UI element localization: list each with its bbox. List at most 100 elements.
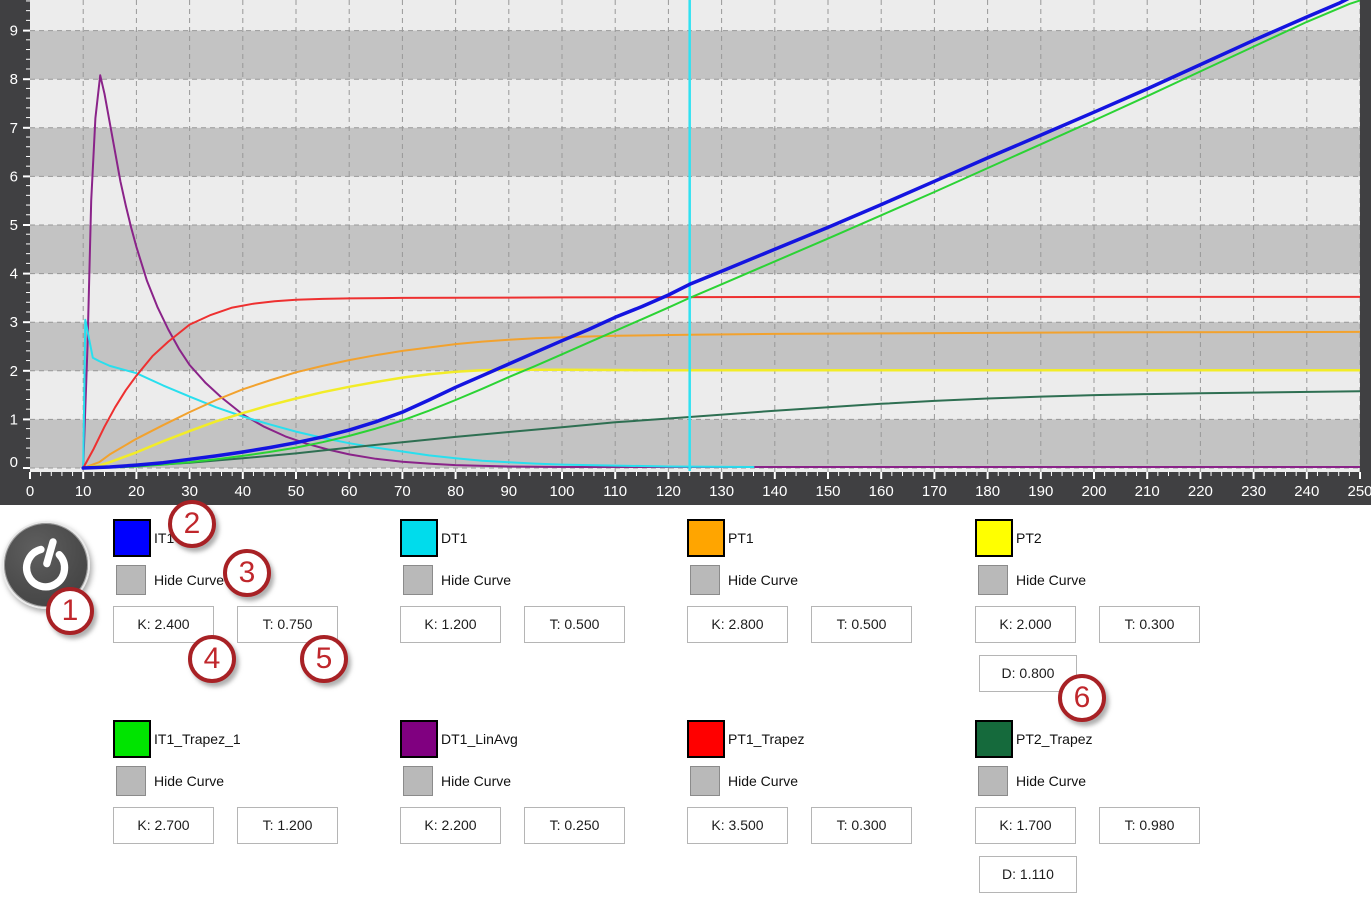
x-tick (764, 472, 765, 476)
x-tick (966, 472, 967, 476)
curve-color-swatch-PT2[interactable] (975, 519, 1013, 557)
t-value-field-DT1_LinAvg[interactable]: T: 0.250 (524, 807, 625, 844)
curve-color-swatch-IT1[interactable] (113, 519, 151, 557)
x-tick (710, 472, 711, 476)
legend-entry-DT1: DT1Hide CurveK: 1.200T: 0.500 (400, 519, 680, 719)
y-tick (26, 88, 30, 89)
curve-color-swatch-PT1_Trapez[interactable] (687, 720, 725, 758)
x-tick (933, 472, 935, 479)
plot-area[interactable]: 0102030405060708090100110120130140150160… (0, 0, 1371, 505)
d-value-field-PT2_Trapez[interactable]: D: 1.110 (979, 856, 1077, 893)
x-axis-label: 170 (922, 483, 947, 500)
x-tick (583, 472, 584, 476)
y-tick (26, 331, 30, 332)
x-tick (785, 472, 786, 476)
x-tick (189, 472, 191, 479)
x-tick (551, 472, 552, 476)
hide-curve-checkbox-IT1[interactable] (116, 565, 146, 595)
x-axis-label: 160 (869, 483, 894, 500)
x-tick (178, 472, 179, 476)
legend-entry-DT1_LinAvg: DT1_LinAvgHide CurveK: 2.200T: 0.250 (400, 720, 680, 901)
k-value-field-IT1_Trapez_1[interactable]: K: 2.700 (113, 807, 214, 844)
t-value-field-PT1_Trapez[interactable]: T: 0.300 (811, 807, 912, 844)
x-axis-label: 190 (1028, 483, 1053, 500)
x-tick (1189, 472, 1190, 476)
x-tick (242, 472, 244, 479)
hide-curve-label: Hide Curve (728, 766, 798, 796)
hide-curve-checkbox-IT1_Trapez_1[interactable] (116, 766, 146, 796)
x-tick (657, 472, 658, 476)
y-tick (26, 137, 30, 138)
x-tick (561, 472, 563, 479)
y-axis-label: 4 (10, 266, 18, 283)
x-axis-label: 30 (181, 483, 198, 500)
hide-curve-checkbox-DT1[interactable] (403, 565, 433, 595)
k-value-field-PT1[interactable]: K: 2.800 (687, 606, 788, 643)
x-tick (1136, 472, 1137, 476)
k-value-field-PT1_Trapez[interactable]: K: 3.500 (687, 807, 788, 844)
y-tick (23, 370, 30, 372)
x-tick (806, 472, 807, 476)
x-axis-label: 0 (26, 483, 34, 500)
y-tick (26, 68, 30, 69)
y-axis-label: 3 (10, 314, 18, 331)
x-tick (923, 472, 924, 476)
y-tick (26, 438, 30, 439)
t-value-field-PT2_Trapez[interactable]: T: 0.980 (1099, 807, 1200, 844)
y-tick (26, 205, 30, 206)
hide-curve-checkbox-PT2_Trapez[interactable] (978, 766, 1008, 796)
curve-color-swatch-PT1[interactable] (687, 519, 725, 557)
x-tick (508, 472, 510, 479)
x-tick (796, 472, 797, 476)
t-value-field-DT1[interactable]: T: 0.500 (524, 606, 625, 643)
k-value-field-DT1[interactable]: K: 1.200 (400, 606, 501, 643)
x-tick (1199, 472, 1201, 479)
x-tick (210, 472, 211, 476)
x-tick (859, 472, 860, 476)
x-tick (732, 472, 733, 476)
x-tick (1040, 472, 1042, 479)
x-tick (998, 472, 999, 476)
x-axis-label: 20 (128, 483, 145, 500)
t-value-field-PT2[interactable]: T: 0.300 (1099, 606, 1200, 643)
curve-color-swatch-IT1_Trapez_1[interactable] (113, 720, 151, 758)
x-tick (487, 472, 488, 476)
legend-entry-PT1: PT1Hide CurveK: 2.800T: 0.500 (687, 519, 967, 719)
x-tick (1264, 472, 1265, 476)
x-tick (817, 472, 818, 476)
x-axis-label: 60 (341, 483, 358, 500)
curve-color-swatch-PT2_Trapez[interactable] (975, 720, 1013, 758)
x-axis-label: 80 (447, 483, 464, 500)
legend-entry-PT2: PT2Hide CurveK: 2.000T: 0.300D: 0.800 (975, 519, 1255, 719)
curve-color-swatch-DT1[interactable] (400, 519, 438, 557)
y-tick (26, 185, 30, 186)
x-tick (945, 472, 946, 476)
t-value-field-PT1[interactable]: T: 0.500 (811, 606, 912, 643)
x-tick (1296, 472, 1297, 476)
x-tick (689, 472, 690, 476)
x-tick (274, 472, 275, 476)
x-axis-label: 180 (975, 483, 1000, 500)
hide-curve-checkbox-PT1_Trapez[interactable] (690, 766, 720, 796)
x-tick (434, 472, 435, 476)
t-value-field-IT1_Trapez_1[interactable]: T: 1.200 (237, 807, 338, 844)
y-axis-label: 1 (10, 411, 18, 428)
right-border-band (1360, 0, 1371, 472)
hide-curve-checkbox-PT1[interactable] (690, 565, 720, 595)
hide-curve-checkbox-PT2[interactable] (978, 565, 1008, 595)
k-value-field-DT1_LinAvg[interactable]: K: 2.200 (400, 807, 501, 844)
curve-color-swatch-DT1_LinAvg[interactable] (400, 720, 438, 758)
k-value-field-PT2[interactable]: K: 2.000 (975, 606, 1076, 643)
x-tick (1008, 472, 1009, 476)
y-axis-label: 5 (10, 217, 18, 234)
k-value-field-PT2_Trapez[interactable]: K: 1.700 (975, 807, 1076, 844)
x-tick (306, 472, 307, 476)
x-tick (232, 472, 233, 476)
x-tick (1221, 472, 1222, 476)
y-tick (26, 360, 30, 361)
x-tick (1306, 472, 1308, 479)
y-tick (26, 409, 30, 410)
x-axis-label: 200 (1081, 483, 1106, 500)
app-window: 0102030405060708090100110120130140150160… (0, 0, 1371, 901)
hide-curve-checkbox-DT1_LinAvg[interactable] (403, 766, 433, 796)
